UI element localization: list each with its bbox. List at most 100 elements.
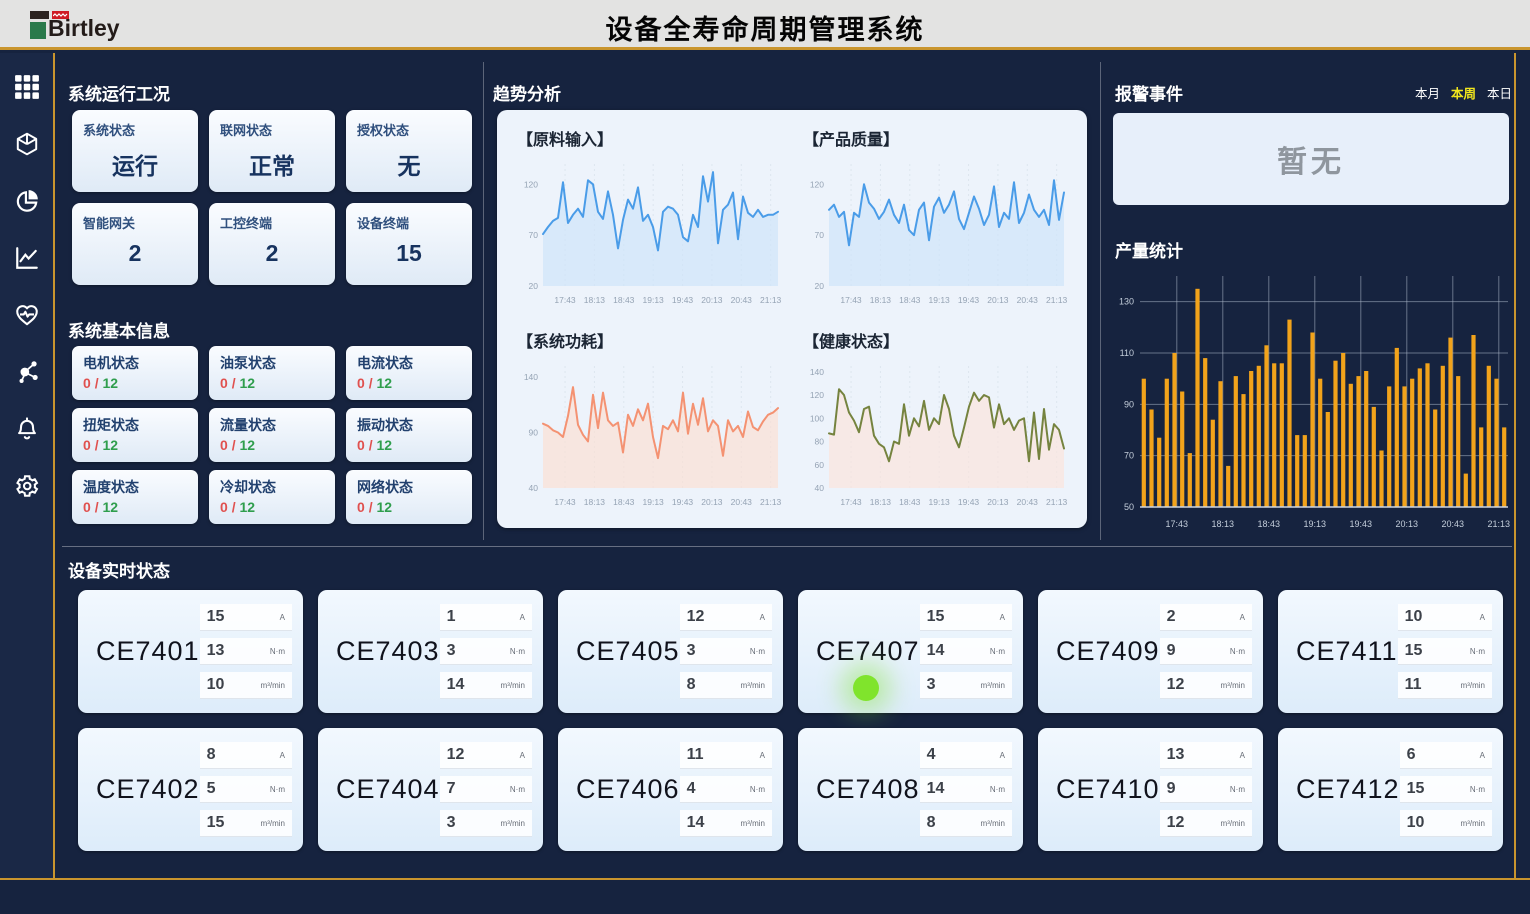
trend-chart-cell: 【健康状态】 17:4318:1318:4319:1319:4320:1320:… [799,326,1077,522]
info-count-current: 0 [83,375,91,391]
info-count-total: 12 [102,499,118,515]
molecule-icon[interactable] [13,358,41,386]
device-values: 1 A 3 N·m 14 m³/min [440,604,532,699]
info-count-total: 12 [376,375,392,391]
info-count-current: 0 [357,437,365,453]
device-id: CE7402 [78,774,200,805]
device-value-row: 8 A [200,742,292,769]
device-id: CE7405 [558,636,680,667]
device-torque-value: 14 [927,642,945,660]
svg-text:21:13: 21:13 [760,295,782,305]
svg-text:130: 130 [1119,297,1134,307]
device-card[interactable]: CE7403 1 A 3 N·m 14 m³/min [318,590,543,713]
device-torque-value: 4 [687,780,696,798]
svg-text:18:43: 18:43 [1258,519,1281,529]
device-card[interactable]: CE7408 4 A 14 N·m 8 m³/min [798,728,1023,851]
device-current-value: 15 [927,608,945,626]
line-chart-icon[interactable] [13,244,41,272]
middle-right-divider [1100,62,1101,540]
device-current-value: 12 [447,746,465,764]
section-title-alarm: 报警事件 [1115,80,1183,105]
device-value-row: 15 m³/min [200,810,292,837]
section-title-production: 产量统计 [1115,237,1183,262]
trend-chart-title: 【原料输入】 [517,126,791,150]
device-id: CE7407 [798,636,920,667]
trend-chart-canvas: 17:4318:1318:4319:1319:4320:1320:4321:13… [513,354,791,517]
unit-cubic-meter-per-min: m³/min [261,819,285,828]
device-card[interactable]: CE7407 15 A 14 N·m 3 m³/min [798,590,1023,713]
device-value-row: 13 N·m [200,638,292,665]
unit-ampere: A [1240,751,1245,760]
device-flow-value: 12 [1167,676,1185,694]
system-status-grid: 系统状态 运行 联网状态 正常 授权状态 无 智能网关 2 工控终端 2 设备终… [72,110,472,285]
device-card[interactable]: CE7401 15 A 13 N·m 10 m³/min [78,590,303,713]
alarm-empty-text: 暂无 [1277,137,1345,181]
device-current-value: 4 [927,746,936,764]
alarm-tab[interactable]: 本月 [1415,83,1440,102]
svg-text:20: 20 [529,281,539,291]
svg-text:18:13: 18:13 [584,497,606,507]
dashboard-root: Birtley 设备全寿命周期管理系统 [0,0,1530,914]
unit-ampere: A [1000,751,1005,760]
device-flow-value: 12 [1167,814,1185,832]
device-value-row: 4 A [920,742,1012,769]
cube-icon[interactable] [13,130,41,158]
info-card-count: 0 / 12 [83,375,187,391]
device-value-row: 8 m³/min [920,810,1012,837]
info-card: 电流状态 0 / 12 [346,346,472,400]
svg-text:20:43: 20:43 [731,497,753,507]
svg-text:70: 70 [529,230,539,240]
info-count-total: 12 [376,437,392,453]
svg-text:140: 140 [524,372,538,382]
status-card-label: 联网状态 [220,120,324,139]
device-card[interactable]: CE7409 2 A 9 N·m 12 m³/min [1038,590,1263,713]
device-card[interactable]: CE7405 12 A 3 N·m 8 m³/min [558,590,783,713]
device-card[interactable]: CE7412 6 A 15 N·m 10 m³/min [1278,728,1503,851]
info-count-current: 0 [220,437,228,453]
pie-chart-icon[interactable] [13,187,41,215]
device-value-row: 14 m³/min [680,810,772,837]
unit-newton-meter: N·m [510,785,525,794]
nav-sidebar [0,53,55,878]
svg-text:19:13: 19:13 [929,497,951,507]
info-card: 冷却状态 0 / 12 [209,470,335,524]
info-count-total: 12 [239,375,255,391]
svg-text:20:13: 20:13 [987,295,1009,305]
info-count-separator: / [232,375,236,391]
device-card[interactable]: CE7406 11 A 4 N·m 14 m³/min [558,728,783,851]
alarm-tab[interactable]: 本周 [1451,83,1476,102]
device-card[interactable]: CE7411 10 A 15 N·m 11 m³/min [1278,590,1503,713]
alarm-tab[interactable]: 本日 [1487,83,1512,102]
status-card-value: 无 [357,147,461,181]
device-flow-value: 10 [1407,814,1425,832]
unit-cubic-meter-per-min: m³/min [261,681,285,690]
left-middle-divider [483,62,484,540]
device-value-row: 10 m³/min [200,672,292,699]
device-cards-grid: CE7401 15 A 13 N·m 10 m³/min CE7403 1 A [78,590,1512,851]
apps-grid-icon[interactable] [13,73,41,101]
bell-icon[interactable] [13,415,41,443]
device-card[interactable]: CE7410 13 A 9 N·m 12 m³/min [1038,728,1263,851]
status-card-value: 2 [83,240,187,267]
info-count-separator: / [232,437,236,453]
settings-gear-icon[interactable] [13,472,41,500]
svg-text:20:43: 20:43 [731,295,753,305]
unit-newton-meter: N·m [750,785,765,794]
svg-text:90: 90 [529,428,539,438]
health-pulse-icon[interactable] [13,301,41,329]
info-card: 油泵状态 0 / 12 [209,346,335,400]
device-card[interactable]: CE7402 8 A 5 N·m 15 m³/min [78,728,303,851]
device-value-row: 12 m³/min [1160,810,1252,837]
info-card-label: 冷却状态 [220,477,324,497]
device-value-row: 12 A [680,604,772,631]
status-card: 联网状态 正常 [209,110,335,192]
trend-chart-title: 【系统功耗】 [517,328,791,352]
section-title-basic-info: 系统基本信息 [68,317,170,342]
svg-text:19:43: 19:43 [1350,519,1373,529]
trend-chart-title: 【产品质量】 [803,126,1077,150]
status-card-value: 运行 [83,147,187,181]
info-card-label: 温度状态 [83,477,187,497]
unit-ampere: A [280,751,285,760]
device-card[interactable]: CE7404 12 A 7 N·m 3 m³/min [318,728,543,851]
status-card-label: 设备终端 [357,213,461,232]
